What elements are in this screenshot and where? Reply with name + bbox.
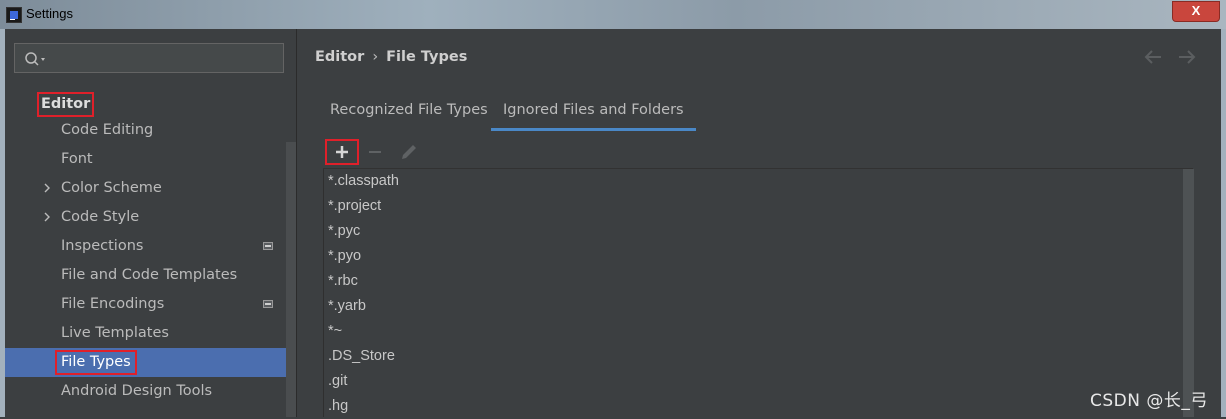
sidebar-item-label: Code Style: [61, 209, 140, 225]
sidebar-item-label: File Encodings: [61, 296, 165, 312]
list-item[interactable]: .git: [328, 369, 347, 394]
settings-main-panel: Editor › File Types Recognized File Types …: [297, 29, 1221, 417]
settings-sidebar: Editor Code Editing Font Color Scheme Code …: [5, 29, 296, 417]
breadcrumb-parent: Editor: [315, 49, 365, 65]
ignored-patterns-list[interactable]: *.classpath *.project *.pyc *.pyo *.rbc *.yar…: [323, 169, 1194, 417]
close-window-button[interactable]: X: [1172, 1, 1220, 22]
sidebar-item-label: Android Design Tools: [61, 383, 213, 399]
breadcrumb-current: File Types: [386, 49, 468, 65]
list-item[interactable]: *.rbc: [328, 269, 358, 294]
sidebar-item-label: Live Templates: [61, 325, 169, 341]
forward-arrow-icon[interactable]: [1177, 49, 1197, 65]
intellij-app-icon: [6, 7, 22, 23]
minus-icon: [369, 151, 381, 153]
list-item[interactable]: *.pyc: [328, 219, 360, 244]
sidebar-item-label: Font: [61, 151, 93, 167]
list-item[interactable]: *.pyo: [328, 244, 361, 269]
window-title-bar: Settings X: [0, 0, 1226, 30]
chevron-right-icon[interactable]: [42, 183, 52, 193]
ignored-list-toolbar: [323, 136, 1193, 169]
settings-search-input[interactable]: [14, 43, 284, 73]
sidebar-item-color-scheme[interactable]: Color Scheme: [5, 174, 296, 203]
sidebar-item-label: Color Scheme: [61, 180, 162, 196]
breadcrumb: Editor › File Types: [315, 49, 467, 65]
sidebar-scrollbar[interactable]: [286, 142, 296, 417]
project-scope-icon: [263, 242, 273, 250]
edit-pattern-button[interactable]: [393, 139, 427, 165]
sidebar-item-label: Code Editing: [61, 122, 154, 138]
breadcrumb-separator: ›: [372, 49, 379, 65]
list-item[interactable]: .DS_Store: [328, 344, 395, 369]
sidebar-item-file-encodings[interactable]: File Encodings: [5, 290, 296, 319]
sidebar-item-file-and-code-templates[interactable]: File and Code Templates: [5, 261, 296, 290]
sidebar-item-file-types[interactable]: File Types: [5, 348, 296, 377]
list-item[interactable]: *.classpath: [328, 169, 399, 194]
chevron-right-icon[interactable]: [42, 212, 52, 222]
sidebar-item-code-editing[interactable]: Code Editing: [5, 116, 296, 145]
sidebar-section-editor[interactable]: Editor: [37, 92, 95, 117]
sidebar-item-font[interactable]: Font: [5, 145, 296, 174]
list-item[interactable]: *.project: [328, 194, 381, 219]
plus-icon: [336, 146, 348, 158]
tab-recognized-file-types[interactable]: Recognized File Types: [330, 95, 488, 131]
back-arrow-icon[interactable]: [1143, 49, 1163, 65]
pencil-icon: [402, 145, 416, 159]
sidebar-item-live-templates[interactable]: Live Templates: [5, 319, 296, 348]
sidebar-item-label: File and Code Templates: [61, 267, 238, 283]
add-pattern-button[interactable]: [325, 139, 359, 165]
sidebar-item-android-design-tools[interactable]: Android Design Tools: [5, 377, 296, 406]
watermark-text: CSDN @长_弓: [1090, 391, 1208, 411]
sidebar-item-code-style[interactable]: Code Style: [5, 203, 296, 232]
tab-ignored-files-and-folders[interactable]: Ignored Files and Folders: [491, 95, 696, 131]
sidebar-item-inspections[interactable]: Inspections: [5, 232, 296, 261]
sidebar-item-label: Inspections: [61, 238, 144, 254]
sidebar-item-label: File Types: [55, 350, 137, 375]
window-title: Settings: [26, 6, 73, 21]
project-scope-icon: [263, 300, 273, 308]
list-item[interactable]: *~: [328, 319, 342, 344]
window-frame-right: [1221, 29, 1226, 417]
remove-pattern-button[interactable]: [361, 139, 395, 165]
settings-search-field[interactable]: [57, 48, 281, 70]
list-item[interactable]: *.yarb: [328, 294, 366, 319]
list-item[interactable]: .hg: [328, 394, 348, 419]
list-scrollbar[interactable]: [1183, 169, 1194, 417]
search-icon: [25, 52, 45, 66]
